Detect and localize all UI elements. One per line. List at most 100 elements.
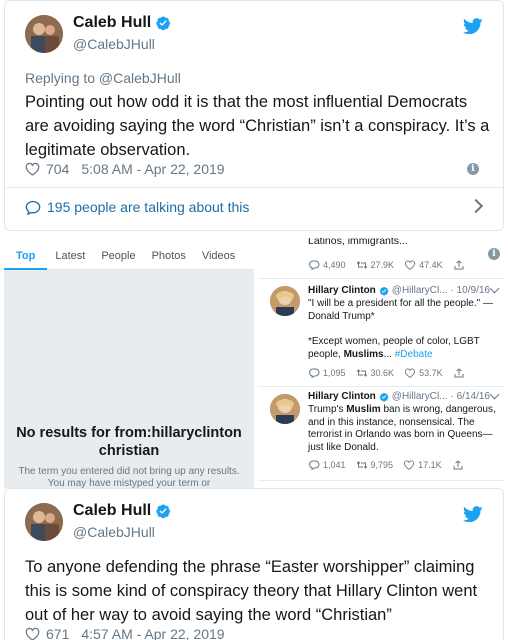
- author-name-text[interactable]: Caleb Hull: [73, 502, 151, 520]
- tweet-text: Pointing out how odd it is that the most…: [25, 93, 490, 159]
- hashtag-link[interactable]: #Debate: [395, 349, 433, 360]
- author-handle[interactable]: @HillaryCl...: [392, 391, 448, 402]
- author-name[interactable]: Caleb Hull: [73, 14, 171, 32]
- chevron-down-icon[interactable]: [489, 389, 500, 400]
- tweet-header: Hillary Clinton @HillaryCl... · 10/9/16: [308, 285, 490, 296]
- tweet-meta: 704 5:08 AM - Apr 22, 2019: [25, 161, 225, 177]
- retweet-action[interactable]: 30.6K: [356, 368, 395, 378]
- body-text: ...: [383, 348, 395, 360]
- search-results-pane: Top Latest People Photos Videos No resul…: [4, 238, 254, 488]
- retweet-action[interactable]: 27.9K: [356, 260, 395, 270]
- like-count[interactable]: 671: [46, 626, 69, 640]
- partial-text: Latinos, immigrants...: [308, 238, 408, 247]
- avatar[interactable]: [270, 286, 300, 316]
- retweet-count: 9,795: [370, 460, 394, 470]
- retweet-icon: [356, 460, 368, 470]
- avatar[interactable]: [25, 503, 63, 541]
- no-results-title: No results for from:hillaryclinton chris…: [16, 425, 242, 459]
- like-action[interactable]: 47.4K: [404, 260, 443, 270]
- reply-action[interactable]: 4,490: [308, 260, 346, 270]
- share-action[interactable]: [453, 368, 465, 378]
- verified-badge-icon: [155, 15, 171, 31]
- reply-icon: [308, 460, 320, 470]
- tab-latest[interactable]: Latest: [47, 238, 93, 270]
- like-count: 47.4K: [419, 260, 443, 270]
- body-text: Trump's: [308, 404, 347, 415]
- twitter-bird-icon[interactable]: [463, 506, 483, 523]
- reply-count: 1,041: [323, 460, 346, 470]
- retweet-count: 30.6K: [370, 368, 395, 378]
- chevron-down-icon[interactable]: [489, 283, 500, 294]
- divider: [258, 386, 504, 387]
- timestamp[interactable]: 5:08 AM - Apr 22, 2019: [81, 161, 224, 177]
- author-handle[interactable]: @CalebJHull: [73, 36, 155, 52]
- tweet-card: Caleb Hull @CalebJHull Replying to @Cale…: [4, 0, 504, 231]
- chevron-right-icon[interactable]: [468, 198, 484, 214]
- tweet-card: Caleb Hull @CalebJHull To anyone defendi…: [4, 488, 504, 640]
- heart-icon[interactable]: [25, 162, 40, 176]
- no-results-subtitle: The term you entered did not bring up an…: [18, 466, 240, 488]
- retweet-count: 27.9K: [370, 260, 395, 270]
- reply-action[interactable]: 1,095: [308, 368, 346, 378]
- like-count[interactable]: 704: [46, 161, 69, 177]
- talking-about-link[interactable]: 195 people are talking about this: [25, 199, 249, 215]
- share-action[interactable]: [452, 460, 464, 470]
- retweet-icon: [356, 368, 368, 378]
- tweet-date[interactable]: · 10/9/16: [451, 285, 490, 296]
- reply-action[interactable]: 1,041: [308, 460, 346, 470]
- author-name[interactable]: Hillary Clinton: [308, 285, 376, 296]
- tab-top[interactable]: Top: [4, 238, 48, 270]
- tab-people[interactable]: People: [93, 238, 143, 270]
- tweet-body: *Except women, people of color, LGBT peo…: [308, 336, 498, 361]
- like-count: 53.7K: [419, 368, 443, 378]
- info-icon[interactable]: i: [488, 248, 500, 260]
- verified-badge-icon: [379, 392, 389, 402]
- retweet-action[interactable]: 9,795: [356, 460, 394, 470]
- author-name-text[interactable]: Caleb Hull: [73, 14, 151, 32]
- like-action[interactable]: 17.1K: [403, 460, 442, 470]
- tab-videos[interactable]: Videos: [194, 238, 243, 270]
- heart-icon: [404, 260, 416, 270]
- verified-badge-icon: [155, 503, 171, 519]
- author-handle[interactable]: @HillaryCl...: [392, 285, 448, 296]
- divider: [258, 480, 504, 481]
- search-timeline-pane: Latinos, immigrants... i 4,490 27.9K 47.…: [258, 238, 504, 488]
- like-count: 17.1K: [418, 460, 442, 470]
- tweet-quote: "I will be a president for all the peopl…: [308, 298, 493, 322]
- timestamp[interactable]: 4:57 AM - Apr 22, 2019: [81, 626, 224, 640]
- retweet-icon: [356, 260, 368, 270]
- tweet-actions: 1,095 30.6K 53.7K: [308, 368, 465, 378]
- reply-icon: [308, 368, 320, 378]
- heart-icon[interactable]: [25, 627, 40, 640]
- avatar[interactable]: [25, 15, 63, 53]
- author-handle[interactable]: @CalebJHull: [73, 524, 155, 540]
- author-name[interactable]: Hillary Clinton: [308, 391, 376, 402]
- share-icon: [453, 368, 465, 378]
- tweet-actions: 1,041 9,795 17.1K: [308, 460, 464, 470]
- highlight-term: Muslims: [343, 348, 384, 360]
- embedded-screenshot: Top Latest People Photos Videos No resul…: [4, 238, 504, 488]
- heart-icon: [403, 460, 415, 470]
- like-action[interactable]: 53.7K: [404, 368, 443, 378]
- share-icon: [452, 460, 464, 470]
- tweet-body: Trump's Muslim ban is wrong, dangerous, …: [308, 404, 498, 454]
- tweet-text: To anyone defending the phrase “Easter w…: [25, 558, 478, 624]
- divider: [5, 187, 503, 188]
- tab-photos[interactable]: Photos: [144, 238, 194, 270]
- author-name[interactable]: Caleb Hull: [73, 502, 171, 520]
- tweet-header: Hillary Clinton @HillaryCl... · 6/14/16: [308, 391, 490, 402]
- tweet-partial-text: Latinos, immigrants...: [308, 238, 504, 248]
- talking-about-text[interactable]: 195 people are talking about this: [47, 199, 249, 215]
- tweet-date[interactable]: · 6/14/16: [451, 391, 490, 402]
- avatar[interactable]: [270, 394, 300, 424]
- replying-to[interactable]: Replying to @CalebJHull: [25, 70, 181, 86]
- twitter-bird-icon[interactable]: [463, 18, 483, 35]
- heart-icon: [404, 368, 416, 378]
- share-icon: [453, 260, 465, 270]
- share-action[interactable]: [453, 260, 465, 270]
- tweet-meta: 671 4:57 AM - Apr 22, 2019: [25, 626, 225, 640]
- search-tabs: Top Latest People Photos Videos: [4, 238, 254, 270]
- tweet-actions: 4,490 27.9K 47.4K: [308, 260, 465, 270]
- highlight-term: Muslim: [346, 404, 381, 415]
- info-icon[interactable]: i: [467, 163, 479, 175]
